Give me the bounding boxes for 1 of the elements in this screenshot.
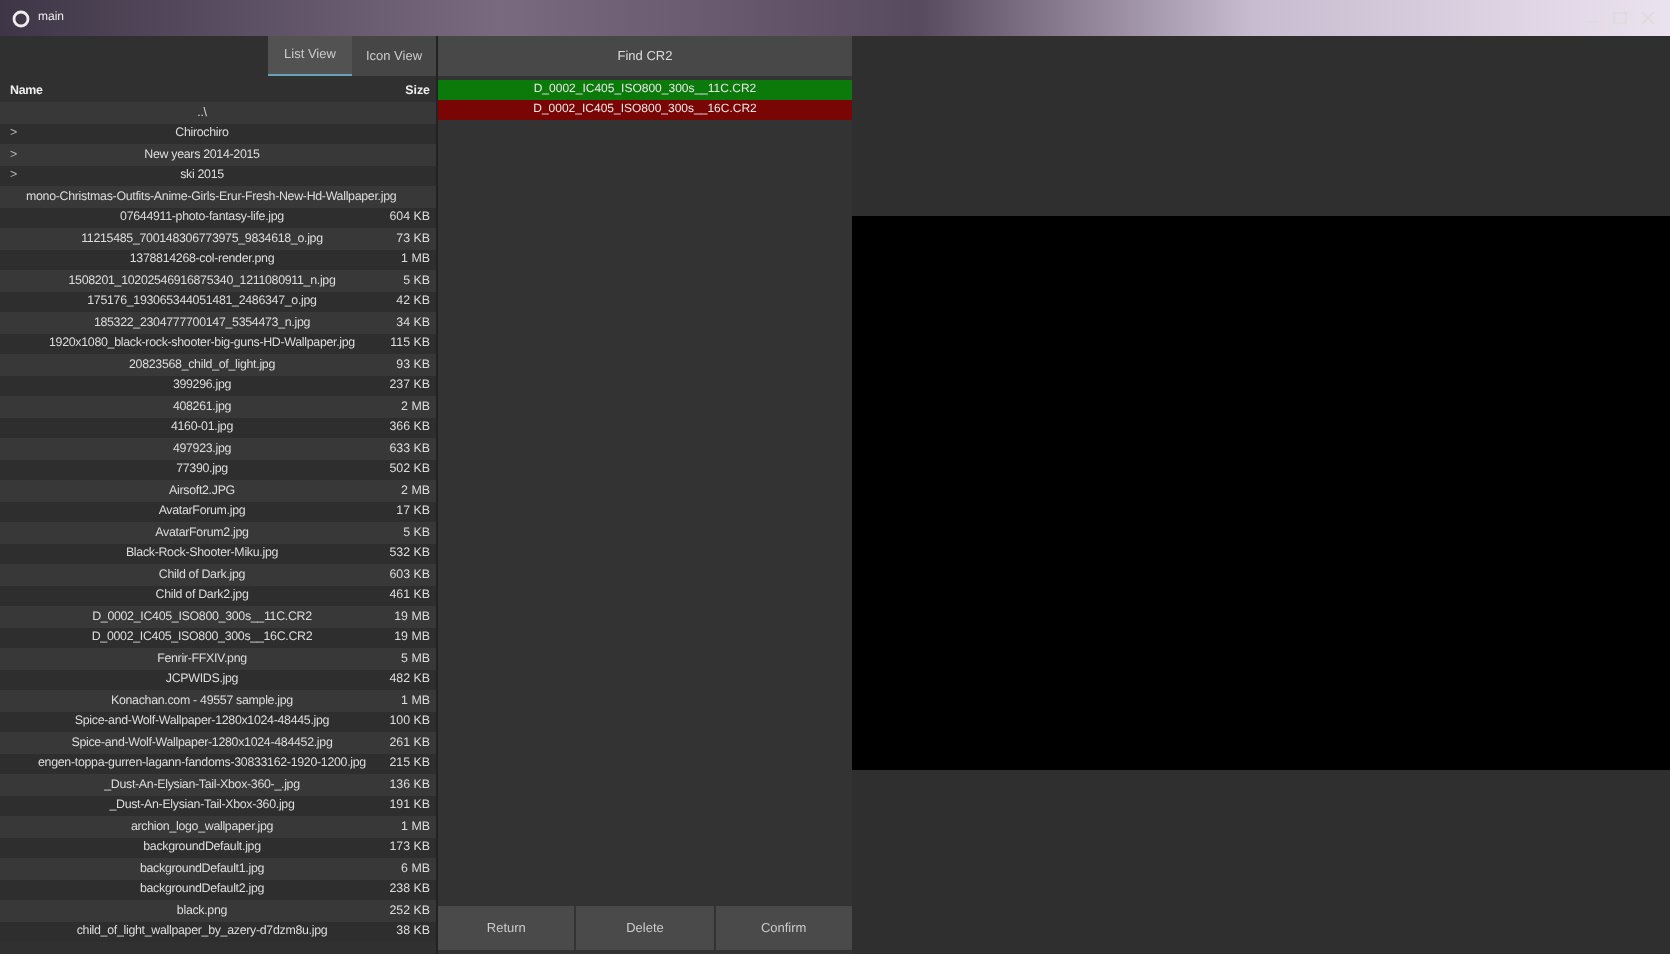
app-icon: [12, 9, 30, 27]
